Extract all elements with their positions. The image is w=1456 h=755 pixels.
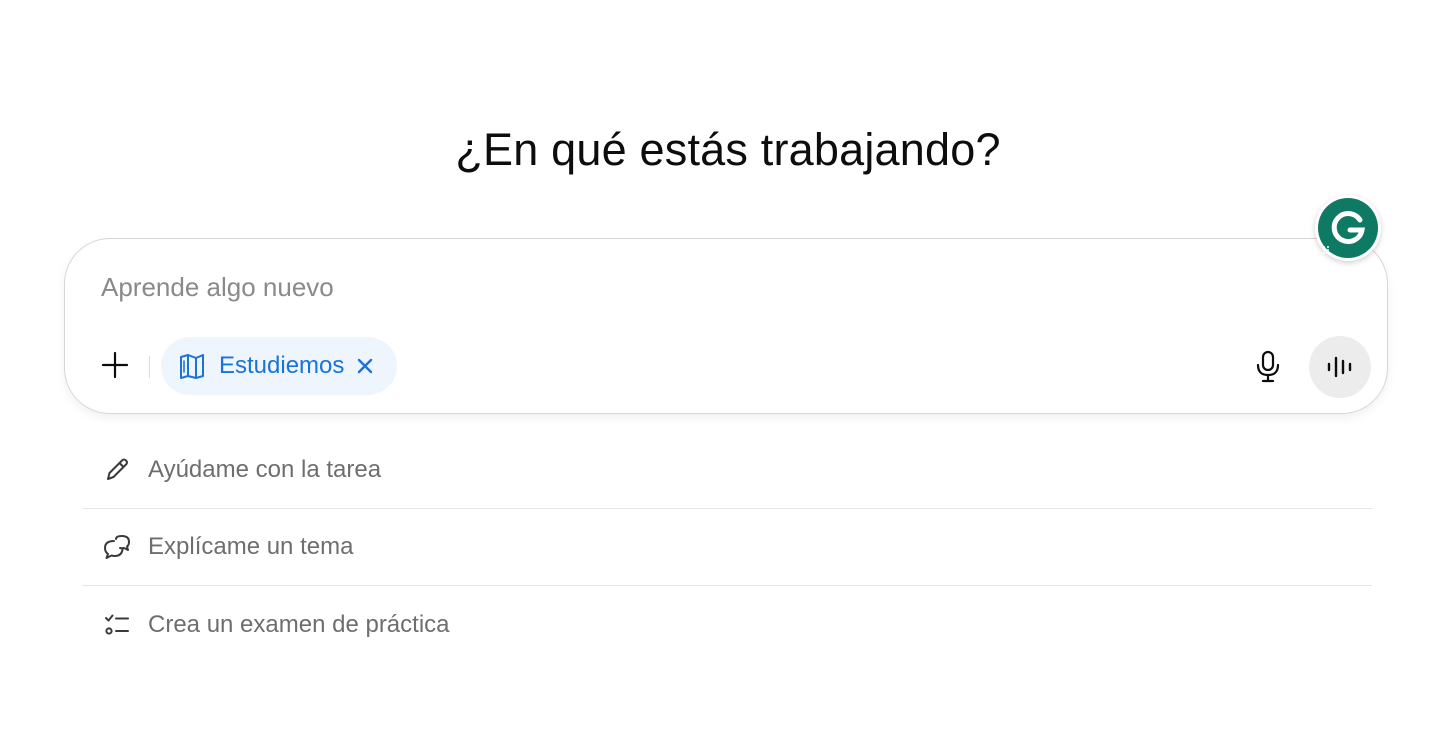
checklist-icon [102, 610, 132, 640]
dictate-button[interactable] [1248, 346, 1288, 388]
voice-waveform-icon [1327, 356, 1352, 378]
study-mode-chip-label: Estudiemos [219, 352, 345, 379]
drag-dots-icon [1323, 246, 1329, 254]
page-title: ¿En qué estás trabajando? [455, 124, 1001, 175]
voice-mode-button[interactable] [1309, 336, 1371, 398]
close-icon [358, 358, 373, 374]
study-mode-chip[interactable]: Estudiemos [161, 337, 397, 395]
plus-icon [101, 351, 129, 379]
chat-bubbles-icon [102, 532, 132, 562]
suggestion-list: Ayúdame con la tarea Explícame un tema C… [82, 432, 1372, 663]
suggestion-label: Explícame un tema [148, 533, 354, 560]
prompt-input[interactable] [101, 265, 1201, 309]
suggestion-explain-topic[interactable]: Explícame un tema [82, 509, 1372, 586]
suggestion-practice-exam[interactable]: Crea un examen de práctica [82, 586, 1372, 663]
add-attachment-button[interactable] [95, 345, 135, 385]
remove-chip-button[interactable] [356, 357, 374, 375]
grammarly-badge [1318, 198, 1378, 258]
suggestion-label: Ayúdame con la tarea [148, 456, 382, 483]
microphone-icon [1256, 350, 1280, 383]
grammarly-g-icon [1331, 211, 1365, 245]
pencil-icon [102, 455, 132, 485]
book-icon [180, 354, 204, 379]
prompt-composer: Estudiemos [64, 238, 1388, 414]
toolbar-divider [149, 356, 150, 378]
suggestion-label: Crea un examen de práctica [148, 610, 450, 638]
suggestion-homework[interactable]: Ayúdame con la tarea [82, 432, 1372, 509]
grammarly-button[interactable] [1315, 195, 1381, 261]
